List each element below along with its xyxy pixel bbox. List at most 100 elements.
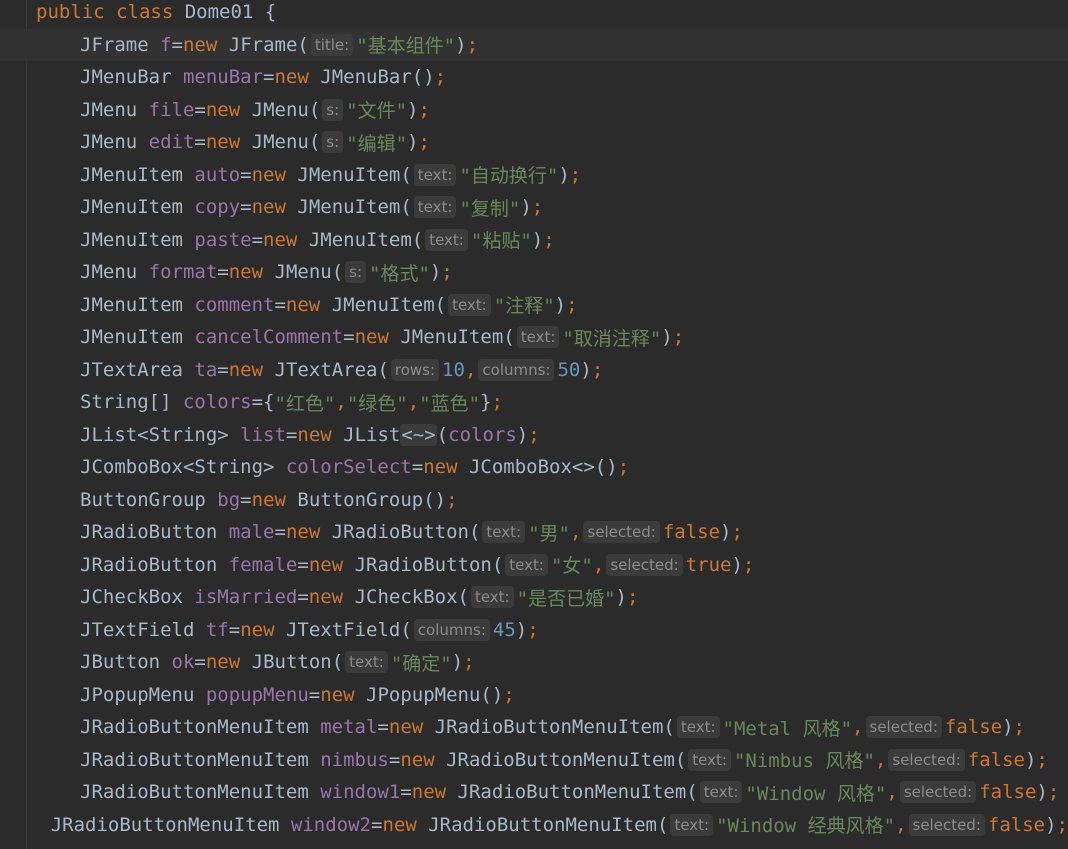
code-line[interactable]: JRadioButton male = new JRadioButton(text:… bbox=[0, 516, 1068, 548]
code-line[interactable]: JMenu edit = new JMenu(s: "编辑"); bbox=[0, 126, 1068, 158]
keyword-token: false bbox=[987, 813, 1046, 836]
punctuation-token: , bbox=[592, 553, 605, 576]
code-token: ) bbox=[661, 326, 673, 348]
code-line[interactable]: public class Dome01 { bbox=[0, 0, 1068, 28]
code-token: JRadioButtonMenuItem bbox=[80, 781, 321, 803]
keyword-token: new bbox=[411, 781, 458, 803]
parameter-hint: text: bbox=[688, 748, 731, 771]
code-token: JMenu bbox=[80, 131, 149, 153]
keyword-token: new bbox=[308, 553, 355, 576]
code-token: = bbox=[400, 781, 412, 803]
identifier-token: male bbox=[228, 521, 275, 543]
code-line[interactable]: JRadioButtonMenuItem window1 = new JRadioB… bbox=[0, 776, 1068, 808]
identifier-token: list bbox=[240, 423, 286, 446]
code-line[interactable]: JList<String> list = new JList <~>(colors); bbox=[0, 419, 1068, 451]
identifier-token: popupMenu bbox=[205, 683, 309, 706]
parameter-hint: text: bbox=[670, 813, 714, 836]
code-line[interactable]: JMenuItem paste = new JMenuItem(text: "粘贴")… bbox=[0, 224, 1068, 256]
code-line[interactable]: JRadioButton female = new JRadioButton(tex… bbox=[0, 549, 1068, 581]
code-token: JComboBox<>() bbox=[468, 456, 618, 478]
string-literal: "复制" bbox=[459, 197, 521, 220]
parameter-hint: text: bbox=[413, 163, 457, 186]
parameter-hint: selected: bbox=[583, 521, 660, 543]
code-line[interactable]: JRadioButtonMenuItem metal = new JRadioBut… bbox=[0, 711, 1068, 743]
code-token: JMenuBar bbox=[80, 66, 183, 88]
code-token: = bbox=[274, 293, 286, 316]
code-token: = bbox=[194, 98, 206, 121]
code-line[interactable]: JCheckBox isMarried = new JCheckBox(text: "… bbox=[0, 581, 1068, 613]
code-line[interactable]: JMenu file = new JMenu(s: "文件"); bbox=[0, 94, 1068, 126]
keyword-token: new bbox=[320, 683, 367, 706]
code-token: JMenuItem( bbox=[308, 228, 424, 251]
identifier-token: file bbox=[148, 98, 195, 121]
parameter-hint: rows: bbox=[390, 358, 440, 381]
code-line[interactable]: JMenuItem auto = new JMenuItem(text: "自动换行"… bbox=[0, 159, 1068, 191]
code-line[interactable]: JTextArea ta = new JTextArea(rows: 10, colum… bbox=[0, 354, 1068, 386]
code-line[interactable]: String[] colors ={"红色", "绿色", "蓝色"}; bbox=[0, 386, 1068, 418]
code-token: = bbox=[371, 813, 383, 836]
punctuation-token: ; bbox=[528, 423, 540, 446]
code-line[interactable]: JMenu format = new JMenu(s: "格式"); bbox=[0, 256, 1068, 288]
punctuation-token: ; bbox=[566, 293, 578, 316]
punctuation-token: ; bbox=[466, 33, 479, 56]
code-token: JRadioButton( bbox=[331, 521, 481, 543]
string-literal: "注释" bbox=[493, 295, 555, 317]
code-token: JMenuItem( bbox=[297, 196, 412, 218]
code-token: ) bbox=[1036, 781, 1048, 803]
keyword-token: new bbox=[400, 748, 447, 771]
punctuation-token: ; bbox=[463, 651, 475, 673]
code-line[interactable]: JButton ok = new JButton(text: "确定"); bbox=[0, 646, 1068, 678]
code-token: JRadioButtonMenuItem( bbox=[446, 748, 687, 771]
code-token: JMenuItem bbox=[80, 196, 195, 218]
code-line[interactable]: JMenuBar menuBar = new JMenuBar(); bbox=[0, 61, 1068, 93]
punctuation-token: , bbox=[569, 521, 582, 543]
punctuation-token: ; bbox=[591, 358, 604, 381]
punctuation-token: , bbox=[335, 391, 347, 413]
identifier-token: colorSelect bbox=[285, 456, 412, 478]
keyword-token: true bbox=[685, 553, 732, 576]
code-token: JButton( bbox=[251, 651, 344, 673]
parameter-hint: text: bbox=[676, 716, 720, 738]
code-line[interactable]: JComboBox<String> colorSelect = new JCombo… bbox=[0, 451, 1068, 483]
parameter-hint: text: bbox=[516, 326, 560, 348]
string-literal: "红色" bbox=[274, 392, 336, 415]
punctuation-token: ; bbox=[617, 456, 630, 478]
code-line[interactable]: JFrame f = new JFrame(title: "基本组件"); bbox=[0, 28, 1068, 61]
code-line[interactable]: JMenuItem copy = new JMenuItem(text: "复制"); bbox=[0, 191, 1068, 223]
keyword-token: new bbox=[251, 163, 298, 186]
code-token: JRadioButtonMenuItem( bbox=[434, 716, 675, 738]
number-literal: 50 bbox=[557, 358, 581, 381]
parameter-hint: columns: bbox=[478, 358, 555, 381]
identifier-token: auto bbox=[194, 163, 241, 186]
code-token: JMenu bbox=[80, 261, 149, 283]
punctuation-token: ; bbox=[418, 98, 430, 121]
code-token: JList bbox=[343, 423, 401, 446]
parameter-hint: s: bbox=[322, 98, 344, 121]
code-token: ButtonGroup bbox=[80, 488, 218, 511]
code-line[interactable]: JRadioButtonMenuItem nimbus = new JRadioBu… bbox=[0, 744, 1068, 776]
code-line[interactable]: ButtonGroup bg = new ButtonGroup(); bbox=[0, 484, 1068, 516]
code-line[interactable]: JRadioButtonMenuItem window2 = new JRadioB… bbox=[0, 809, 1068, 841]
keyword-token: new bbox=[251, 488, 298, 511]
code-line[interactable]: JMenuItem comment = new JMenuItem(text: "注释… bbox=[0, 289, 1068, 321]
code-editor[interactable]: public class Dome01 {JFrame f = new JFrame… bbox=[0, 0, 1068, 849]
punctuation-token: , bbox=[852, 716, 864, 738]
code-token: ) bbox=[731, 553, 743, 576]
code-line[interactable]: JTextField tf = new JTextField(columns: 45)… bbox=[0, 614, 1068, 646]
code-token: = bbox=[217, 261, 229, 283]
parameter-hint: text: bbox=[448, 293, 491, 316]
code-token: JRadioButton bbox=[80, 521, 229, 543]
code-line[interactable]: JPopupMenu popupMenu = new JPopupMenu(); bbox=[0, 679, 1068, 711]
code-token: ) bbox=[580, 358, 592, 381]
identifier-token: cancelComment bbox=[194, 326, 344, 348]
code-token: ) bbox=[407, 98, 419, 121]
code-token: JTextArea( bbox=[274, 358, 389, 381]
punctuation-token: ; bbox=[1047, 781, 1060, 803]
string-literal: "确定" bbox=[390, 652, 452, 675]
keyword-token: new bbox=[251, 196, 298, 218]
identifier-token: colors bbox=[182, 391, 252, 413]
punctuation-token: ; bbox=[503, 683, 515, 706]
code-line[interactable]: JMenuItem cancelComment = new JMenuItem(te… bbox=[0, 321, 1068, 353]
identifier-token: female bbox=[228, 553, 298, 576]
code-token: ) bbox=[1002, 716, 1014, 738]
